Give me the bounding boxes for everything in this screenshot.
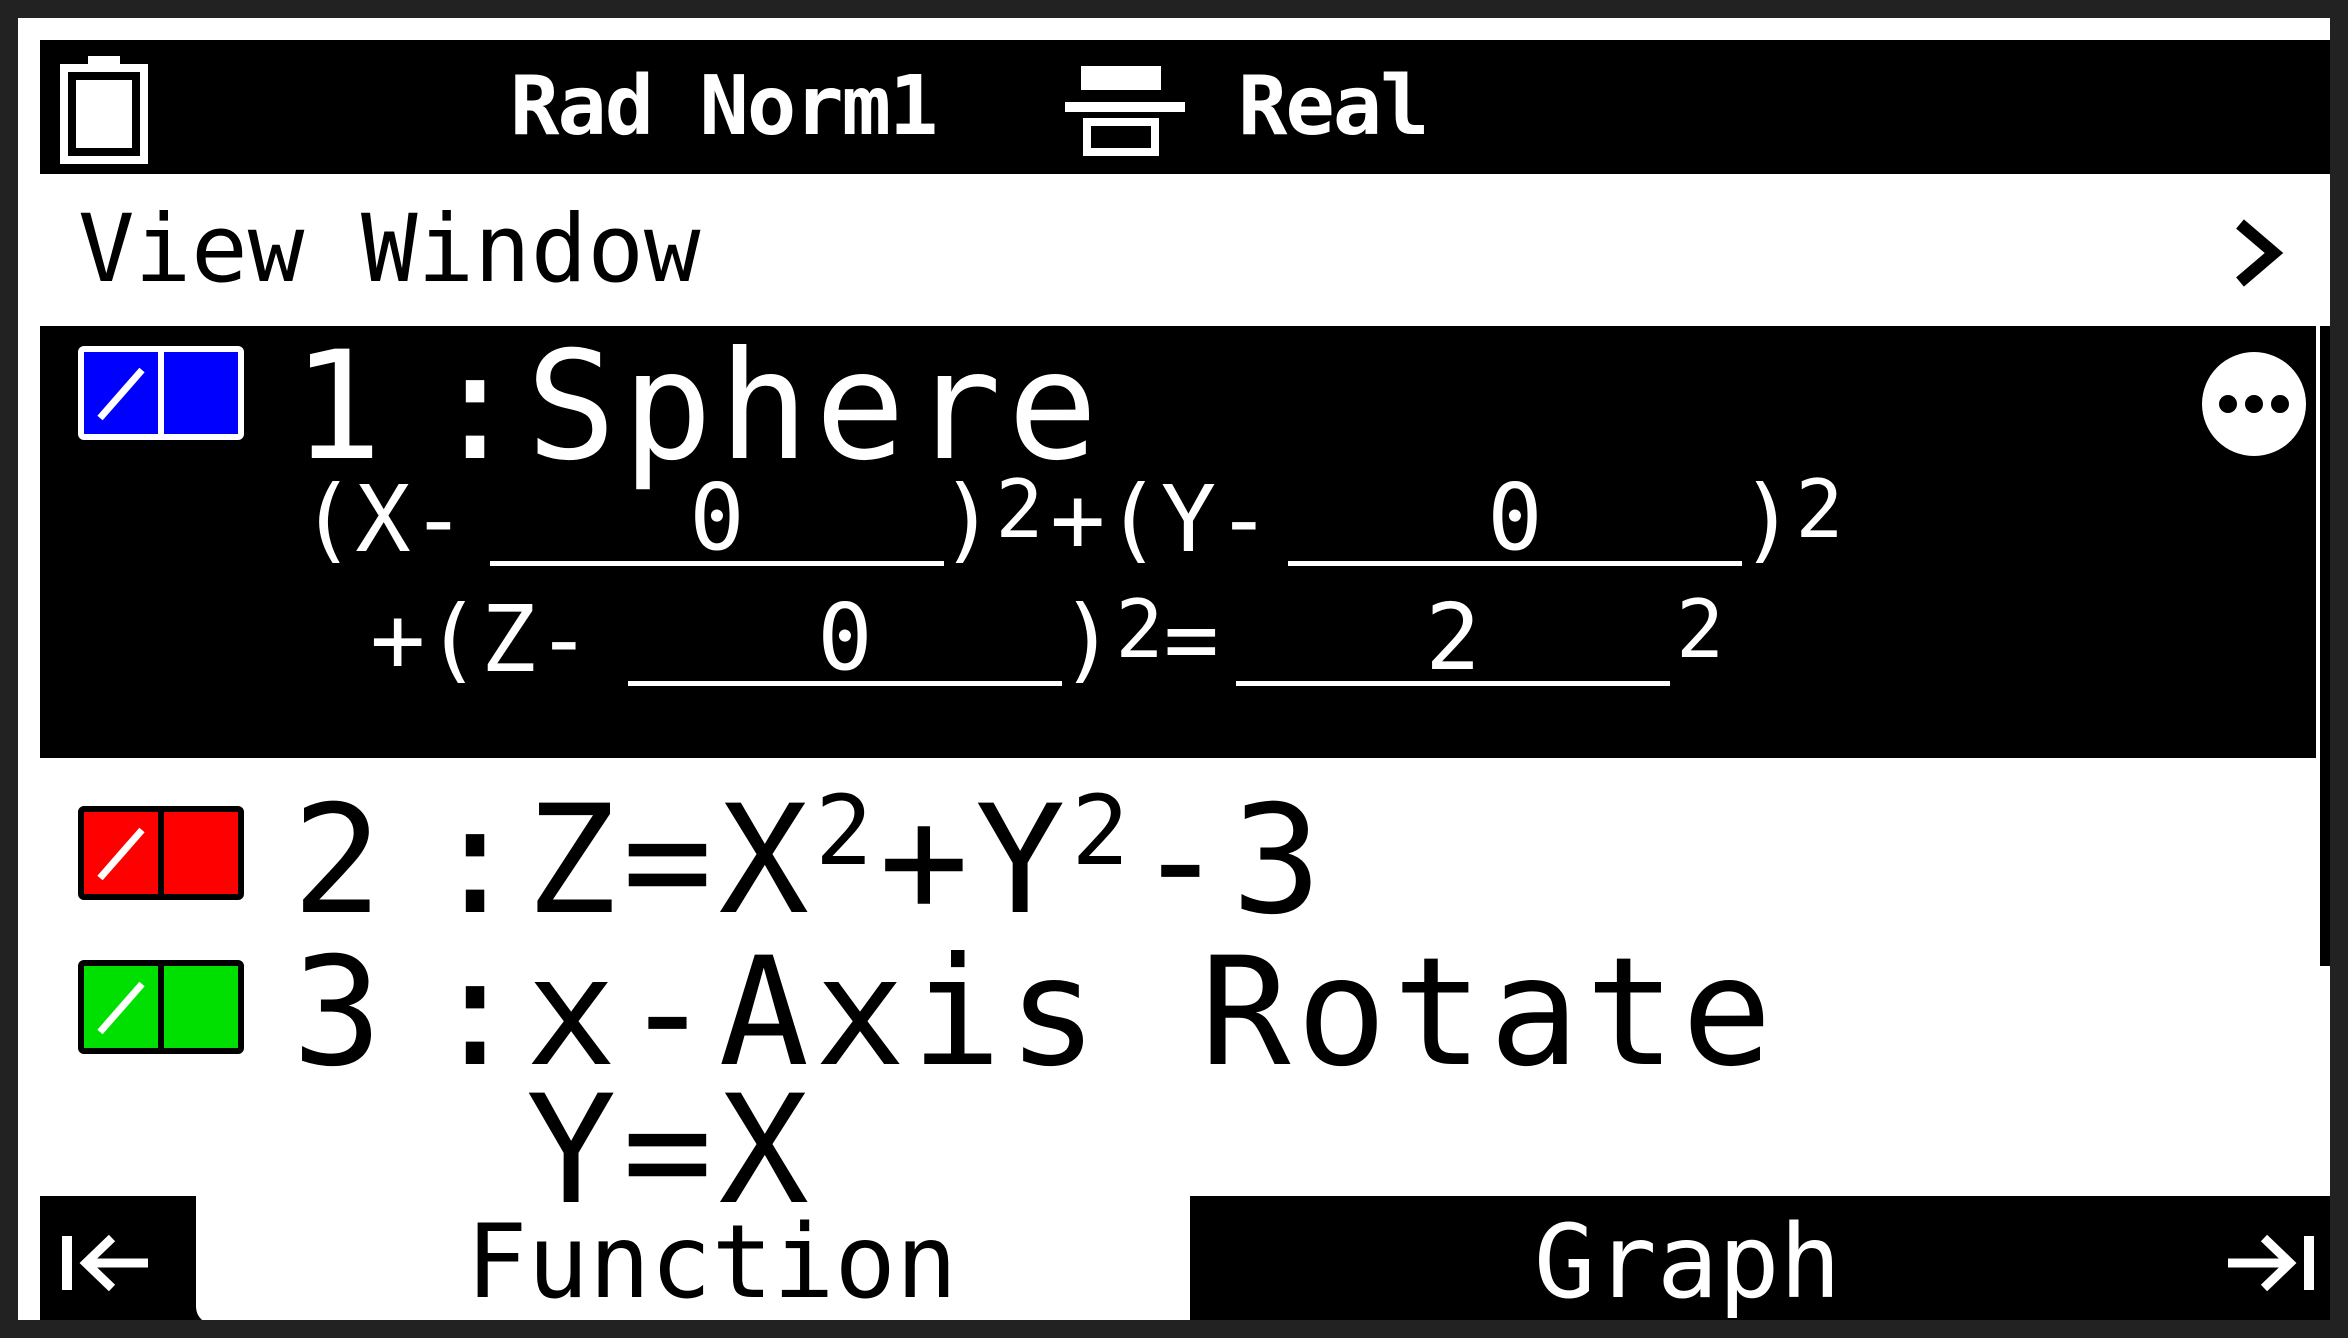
equation-text: )2 — [940, 463, 1044, 573]
calculator-screen: Rad Norm1 Real View Window 1: Sphere (X… — [0, 0, 2348, 1338]
function-number: 1 — [292, 320, 383, 494]
equation-text: )2 — [1740, 463, 1844, 573]
fill-style-swatch — [158, 352, 238, 434]
function-colon: : — [430, 926, 521, 1100]
last-page-button[interactable] — [2190, 1196, 2330, 1320]
function-colon: : — [430, 774, 521, 948]
chevron-right-icon — [2230, 216, 2284, 290]
equation-text: +(Z- — [370, 586, 592, 693]
equation-text: +(Y- — [1050, 466, 1272, 573]
equation-text: (X- — [300, 466, 467, 573]
function-expression: Z=X2+Y2-3 — [526, 774, 1328, 948]
tab-graph[interactable]: Graph — [1190, 1196, 2194, 1322]
tab-function-label: Function — [466, 1203, 958, 1322]
function-number: 2 — [292, 774, 383, 948]
complex-mode-indicator: Real — [1238, 59, 1429, 154]
more-options-icon[interactable] — [2198, 348, 2310, 460]
equation-text: 2 — [1676, 583, 1725, 676]
function-name: Sphere — [526, 320, 1104, 494]
function-number: 3 — [292, 926, 383, 1100]
function-colon: : — [430, 320, 521, 494]
radius-field[interactable]: 2 — [1236, 590, 1670, 686]
first-page-button[interactable] — [40, 1196, 220, 1320]
y-center-field[interactable]: 0 — [1288, 470, 1742, 566]
graph-color-selector-3[interactable] — [78, 960, 244, 1054]
equation-text: )2= — [1060, 583, 1219, 693]
math-input-display-icon — [1065, 62, 1185, 158]
graph-color-selector-1[interactable] — [78, 346, 244, 440]
graph-color-selector-2[interactable] — [78, 806, 244, 900]
function-row-2[interactable]: 2 : Z=X2+Y2-3 — [40, 775, 2316, 936]
function-row-1[interactable]: 1 : Sphere (X- 0 )2 +(Y- 0 )2 +(Z- 0 )2=… — [40, 326, 2316, 758]
fill-style-swatch — [158, 966, 238, 1048]
z-center-field[interactable]: 0 — [628, 590, 1062, 686]
status-bar: Rad Norm1 Real — [40, 40, 2330, 174]
battery-icon — [58, 54, 150, 164]
scrollbar[interactable] — [2320, 326, 2330, 966]
line-style-icon — [84, 812, 158, 894]
line-style-icon — [84, 966, 158, 1048]
line-style-icon — [84, 352, 158, 434]
view-window-row[interactable]: View Window — [40, 176, 2330, 326]
function-row-3[interactable]: 3 : x-Axis Rotate Y=X — [40, 926, 2316, 1226]
view-window-label: View Window — [78, 195, 701, 304]
tab-graph-label: Graph — [1534, 1203, 1842, 1322]
tab-function[interactable]: Function — [220, 1196, 1200, 1322]
fill-style-swatch — [158, 812, 238, 894]
x-center-field[interactable]: 0 — [490, 470, 944, 566]
angle-mode-indicator: Rad Norm1 — [510, 59, 938, 154]
tab-bar: Function Graph — [40, 1196, 2330, 1322]
